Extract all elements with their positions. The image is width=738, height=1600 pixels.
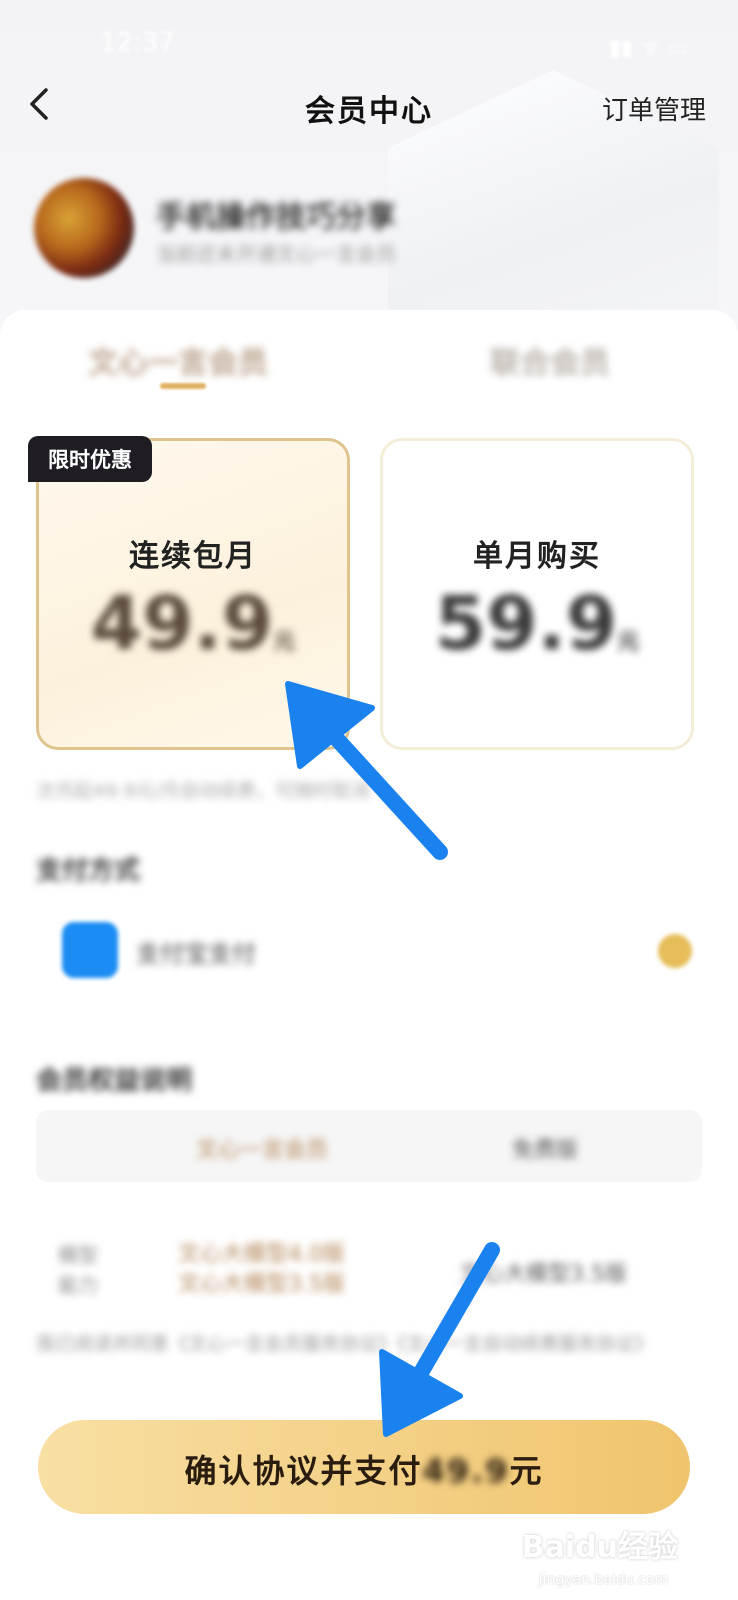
plan-note: 次月起49.9元/月自动续费，可随时取消: [36, 780, 370, 802]
avatar: [34, 178, 134, 278]
header-free: 免费版: [512, 1138, 579, 1163]
tab-wenxin-member[interactable]: 文心一言会员: [88, 338, 268, 382]
member-value: 文心大模型4.0版 文心大模型3.5版: [178, 1242, 345, 1297]
watermark-logo: Baidu经验: [521, 1530, 678, 1565]
watermark-url: jingyan.baidu.com: [538, 1572, 668, 1588]
status-icons: ▮▮ ᯤ ▭: [608, 36, 688, 61]
membership-status: 当前还未开通文心一言会员: [156, 242, 396, 266]
plan-price: 49.9元: [90, 581, 296, 667]
tab-indicator: [160, 383, 206, 389]
alipay-icon: [62, 922, 118, 978]
plan-name: 单月购买: [473, 539, 601, 574]
payment-section-title: 支付方式: [36, 856, 141, 886]
order-management-link[interactable]: 订单管理: [602, 90, 706, 127]
payment-method-label: 支付宝支付: [136, 940, 256, 968]
table-header: 文心一言会员 免费版: [36, 1110, 702, 1182]
agreement-checkbox-text[interactable]: 我已阅读并同意《文心一言会员服务协议》《文心一言自动续费服务协议》: [36, 1328, 696, 1360]
status-time: 12:37: [100, 28, 175, 58]
user-profile: 手机操作技巧分享 当前还未开通文心一言会员: [34, 178, 714, 278]
plan-price: 59.9元: [434, 581, 640, 667]
plan-card-single-month[interactable]: 单月购买 59.9元: [380, 438, 694, 750]
status-bar: 12:37 ▮▮ ᯤ ▭: [0, 0, 738, 80]
limited-offer-badge: 限时优惠: [28, 436, 152, 482]
membership-panel: 文心一言会员 联合会员 限时优惠 连续包月 49.9元 单月购买 59.9元 次…: [0, 310, 738, 1600]
benefits-table: 文心一言会员 免费版 模型 能力 文心大模型4.0版 文心大模型3.5版 文心大模型…: [36, 1110, 702, 1324]
plan-card-monthly-auto[interactable]: 连续包月 49.9元: [36, 438, 350, 750]
tab-joint-member[interactable]: 联合会员: [490, 338, 610, 382]
plan-name: 连续包月: [129, 539, 257, 574]
free-value: 文心大模型3.5版: [460, 1262, 627, 1287]
confirm-pay-button[interactable]: 确认协议并支付49.9元: [38, 1420, 690, 1514]
nav-bar: 会员中心 订单管理: [0, 70, 738, 140]
row-label: 模型 能力: [58, 1243, 98, 1297]
checkmark-icon[interactable]: [658, 934, 692, 968]
payment-method-alipay[interactable]: 支付宝支付: [36, 910, 702, 990]
header-member: 文心一言会员: [196, 1138, 329, 1163]
pay-button-label: 确认协议并支付49.9元: [184, 1452, 544, 1490]
benefits-section-title: 会员权益说明: [36, 1066, 193, 1096]
username: 手机操作技巧分享: [156, 200, 396, 235]
